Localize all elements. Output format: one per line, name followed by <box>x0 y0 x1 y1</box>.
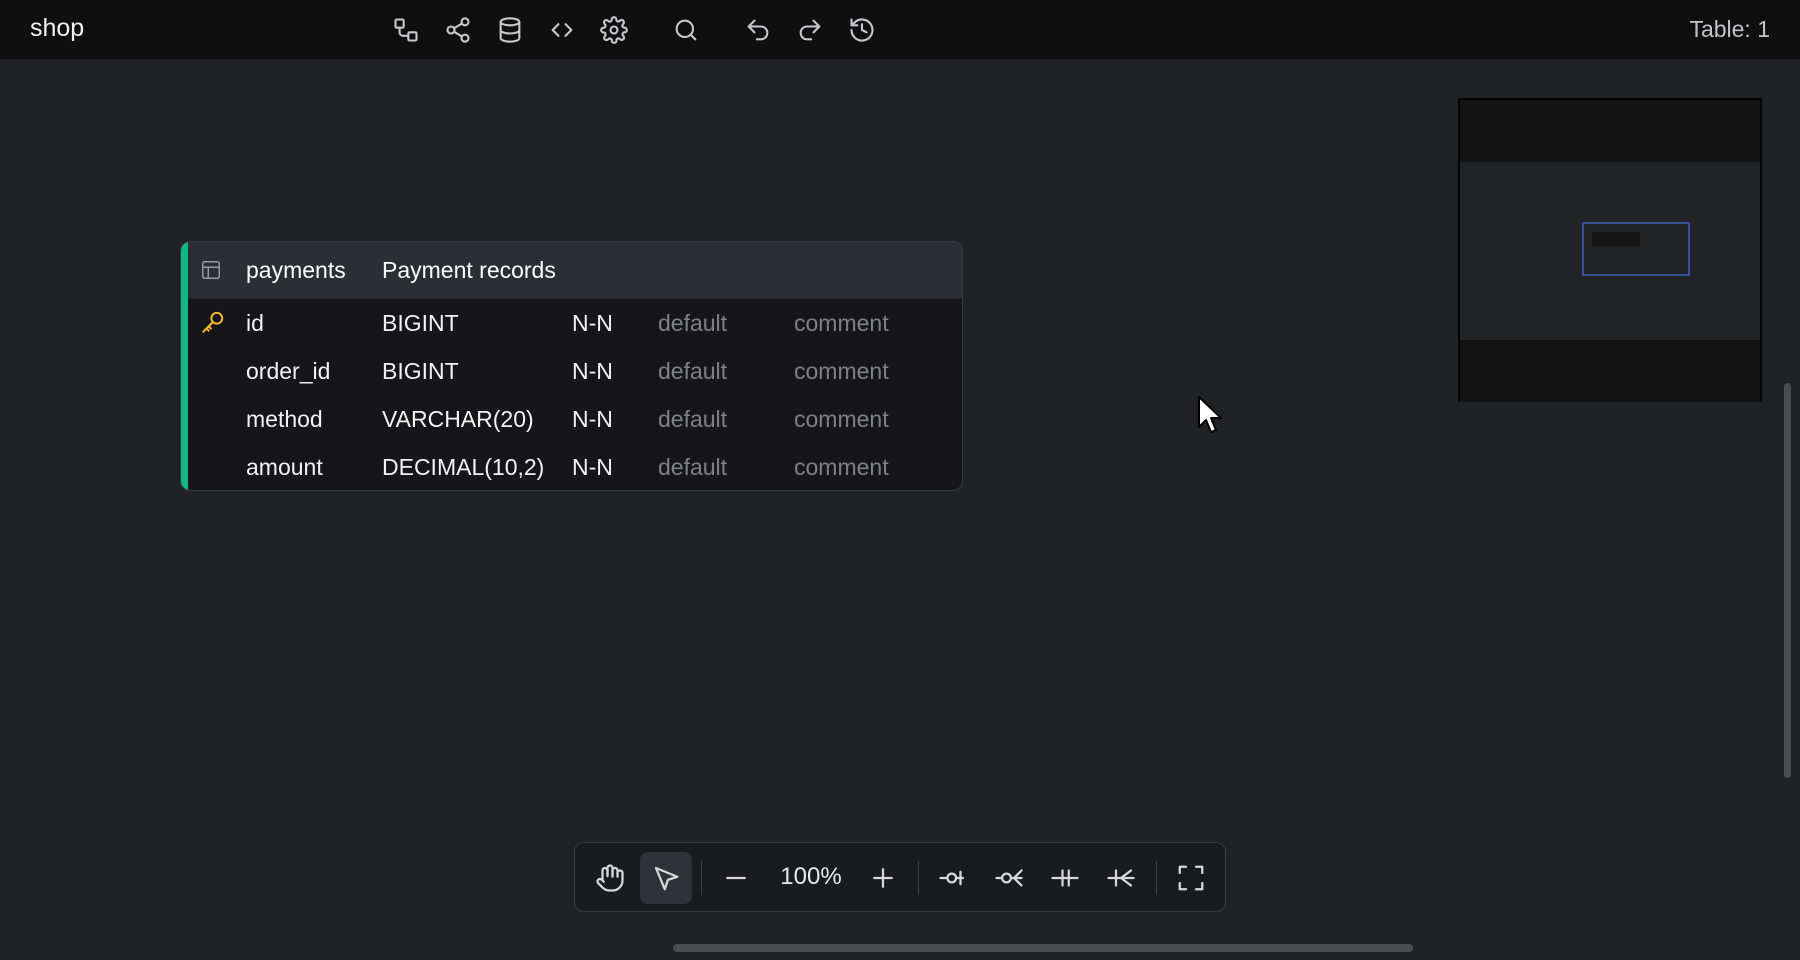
diagram-icon[interactable] <box>388 12 424 48</box>
field-row[interactable]: method VARCHAR(20) N-N default comment <box>188 395 962 443</box>
one-to-one-relation-icon[interactable] <box>927 852 979 904</box>
share-icon[interactable] <box>440 12 476 48</box>
minimap[interactable] <box>1458 98 1762 402</box>
one-to-many-relation-icon[interactable] <box>983 852 1035 904</box>
undo-icon[interactable] <box>740 12 776 48</box>
field-default[interactable]: default <box>658 406 727 433</box>
field-name[interactable]: order_id <box>246 358 330 385</box>
redo-icon[interactable] <box>792 12 828 48</box>
horizontal-scrollbar[interactable] <box>673 944 1413 952</box>
field-comment[interactable]: comment <box>794 406 889 433</box>
project-title[interactable]: shop <box>30 14 84 43</box>
field-type[interactable]: VARCHAR(20) <box>382 406 534 433</box>
mouse-cursor-icon <box>1198 396 1222 433</box>
field-default[interactable]: default <box>658 310 727 337</box>
canvas-toolbar: 100% <box>574 842 1226 912</box>
field-nullable[interactable]: N-N <box>572 406 613 433</box>
field-type[interactable]: BIGINT <box>382 310 459 337</box>
field-comment[interactable]: comment <box>794 358 889 385</box>
database-icon[interactable] <box>492 12 528 48</box>
field-row[interactable]: order_id BIGINT N-N default comment <box>188 347 962 395</box>
table-icon <box>200 259 224 283</box>
field-name[interactable]: id <box>246 310 264 337</box>
table-node-payments[interactable]: payments Payment records id BIGINT N-N d… <box>180 241 963 491</box>
table-header[interactable]: payments Payment records <box>188 242 962 299</box>
table-comment[interactable]: Payment records <box>382 257 556 284</box>
field-nullable[interactable]: N-N <box>572 454 613 481</box>
vertical-scrollbar[interactable] <box>1784 383 1791 778</box>
top-bar: shop Table: 1 <box>0 0 1800 60</box>
toolbar-divider <box>918 861 919 895</box>
field-name[interactable]: method <box>246 406 323 433</box>
history-icon[interactable] <box>844 12 880 48</box>
code-icon[interactable] <box>544 12 580 48</box>
zoom-out-icon[interactable] <box>710 852 762 904</box>
search-icon[interactable] <box>668 12 704 48</box>
table-name[interactable]: payments <box>246 257 346 284</box>
toolbar-divider <box>701 861 702 895</box>
table-count: Table: 1 <box>1689 16 1770 42</box>
field-default[interactable]: default <box>658 454 727 481</box>
field-type[interactable]: BIGINT <box>382 358 459 385</box>
minimap-outside-area <box>1460 100 1760 162</box>
settings-icon[interactable] <box>596 12 632 48</box>
hand-tool-icon[interactable] <box>584 852 636 904</box>
field-row[interactable]: id BIGINT N-N default comment <box>188 299 962 347</box>
minimap-viewport[interactable] <box>1582 222 1690 276</box>
mandatory-one-relation-icon[interactable] <box>1039 852 1091 904</box>
many-relation-icon[interactable] <box>1095 852 1147 904</box>
minimap-outside-area <box>1460 340 1760 402</box>
field-comment[interactable]: comment <box>794 310 889 337</box>
toolbar-divider <box>1156 861 1157 895</box>
primary-key-icon <box>200 309 226 341</box>
field-row[interactable]: amount DECIMAL(10,2) N-N default comment <box>188 443 962 490</box>
zoom-in-icon[interactable] <box>857 852 909 904</box>
select-tool-icon[interactable] <box>640 852 692 904</box>
field-name[interactable]: amount <box>246 454 323 481</box>
zoom-level[interactable]: 100% <box>771 863 851 891</box>
field-nullable[interactable]: N-N <box>572 358 613 385</box>
table-accent-bar <box>181 242 188 490</box>
field-type[interactable]: DECIMAL(10,2) <box>382 454 544 481</box>
field-comment[interactable]: comment <box>794 454 889 481</box>
field-default[interactable]: default <box>658 358 727 385</box>
minimap-table <box>1592 232 1640 246</box>
fullscreen-icon[interactable] <box>1165 852 1217 904</box>
field-nullable[interactable]: N-N <box>572 310 613 337</box>
